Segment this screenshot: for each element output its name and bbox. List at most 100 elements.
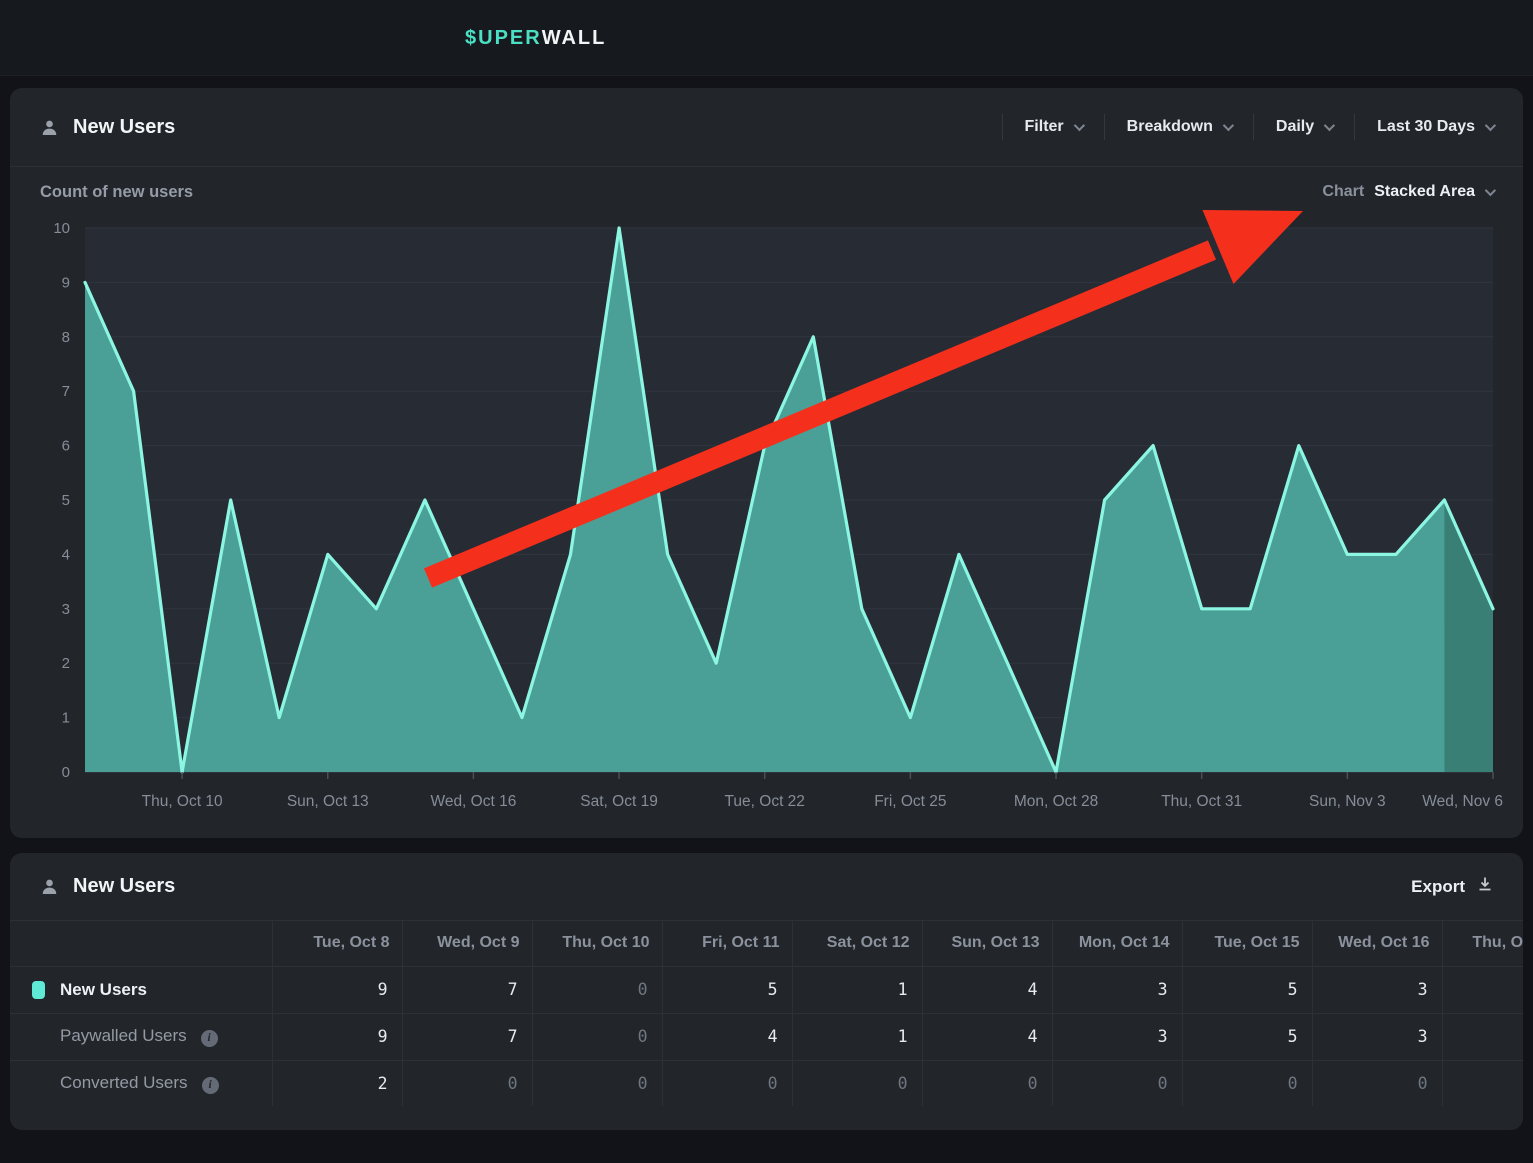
value-cell: 5 [1182,1013,1312,1060]
row-label-cell: Paywalled Users i [10,1013,272,1060]
date-range-dropdown[interactable]: Last 30 Days [1355,118,1493,136]
x-axis-tick-label: Mon, Oct 28 [1014,793,1098,810]
row-label: Converted Users [60,1073,188,1092]
chart-type-value: Stacked Area [1374,183,1475,201]
table-header-row: Tue, Oct 8Wed, Oct 9Thu, Oct 10Fri, Oct … [10,920,1523,966]
row-label-cell: New Users [10,966,272,1013]
export-button[interactable]: Export [1411,876,1493,897]
download-icon [1477,876,1493,897]
chart-type-dropdown[interactable]: Chart Stacked Area [1322,183,1493,201]
y-axis-tick-label: 4 [62,546,70,563]
chart-card-title: New Users [73,116,175,139]
table-row: Paywalled Usersi970414353 [10,1013,1523,1060]
value-cell: 0 [662,1060,792,1106]
x-axis-tick-label: Tue, Oct 22 [725,793,805,810]
area-chart: 012345678910Thu, Oct 10Sun, Oct 13Wed, O… [30,216,1513,828]
series-color-swatch [32,981,45,999]
x-axis-tick-label: Fri, Oct 25 [874,793,946,810]
date-column-header: Wed, Oct 9 [402,920,532,966]
table-card-title: New Users [73,875,175,898]
value-cell: 0 [532,1060,662,1106]
superwall-logo: $UPERWALL [465,0,606,76]
table-row: New Users970514353 [10,966,1523,1013]
row-label: New Users [60,980,147,999]
row-label: Paywalled Users [60,1026,187,1045]
date-column-header: Tue, Oct 8 [272,920,402,966]
new-users-chart-card: New Users Filter Breakdown Daily Last 30… [10,88,1523,838]
value-cell [1442,1060,1523,1106]
value-cell: 0 [792,1060,922,1106]
x-axis-tick-label: Thu, Oct 10 [142,793,223,810]
value-cell: 1 [792,966,922,1013]
date-range-label: Last 30 Days [1377,118,1475,136]
value-cell: 7 [402,966,532,1013]
date-column-header: Sun, Oct 13 [922,920,1052,966]
x-axis-tick-label: Wed, Nov 6 [1422,793,1503,810]
date-column-header: Thu, Oct 17 [1442,920,1523,966]
value-cell: 0 [1182,1060,1312,1106]
value-cell: 0 [1052,1060,1182,1106]
x-axis-tick-label: Sat, Oct 19 [580,793,658,810]
x-axis-tick-label: Wed, Oct 16 [430,793,516,810]
value-cell: 3 [1052,1013,1182,1060]
chart-subtitle: Count of new users [40,183,193,202]
y-axis-tick-label: 10 [53,220,70,237]
chevron-down-icon [1485,185,1496,196]
value-cell: 3 [1312,966,1442,1013]
logo-prefix: $UPER [465,27,542,50]
value-cell: 4 [922,966,1052,1013]
divider [10,166,1523,167]
new-users-table-card: New Users Export Tue, Oct 8Wed, Oct 9Thu… [10,853,1523,1130]
x-axis-tick-label: Thu, Oct 31 [1161,793,1242,810]
chevron-down-icon [1223,120,1234,131]
value-cell: 4 [922,1013,1052,1060]
y-axis-tick-label: 3 [62,601,70,618]
value-cell: 0 [402,1060,532,1106]
y-axis-tick-label: 1 [62,710,70,727]
date-column-header: Mon, Oct 14 [1052,920,1182,966]
chevron-down-icon [1073,120,1084,131]
chart-type-label: Chart [1322,183,1364,201]
filter-label: Filter [1025,118,1064,136]
date-column-header: Thu, Oct 10 [532,920,662,966]
value-cell: 4 [662,1013,792,1060]
y-axis-tick-label: 5 [62,492,70,509]
value-cell: 2 [272,1060,402,1106]
info-icon[interactable]: i [202,1077,219,1094]
y-axis-tick-label: 6 [62,438,70,455]
data-table: Tue, Oct 8Wed, Oct 9Thu, Oct 10Fri, Oct … [10,920,1523,1106]
value-cell: 0 [1312,1060,1442,1106]
value-cell: 0 [532,966,662,1013]
person-icon [40,877,59,896]
value-cell [1442,1013,1523,1060]
y-axis-tick-label: 8 [62,329,70,346]
data-table-wrap: Tue, Oct 8Wed, Oct 9Thu, Oct 10Fri, Oct … [10,920,1523,1106]
export-label: Export [1411,877,1465,897]
date-column-header: Fri, Oct 11 [662,920,792,966]
value-cell: 9 [272,966,402,1013]
info-icon[interactable]: i [201,1030,218,1047]
filter-bar: Filter Breakdown Daily Last 30 Days [1002,114,1493,140]
y-axis-tick-label: 9 [62,274,70,291]
y-axis-tick-label: 2 [62,655,70,672]
y-axis-tick-label: 0 [62,764,70,781]
value-cell [1442,966,1523,1013]
table-row: Converted Usersi200000000 [10,1060,1523,1106]
value-cell: 7 [402,1013,532,1060]
value-cell: 3 [1312,1013,1442,1060]
breakdown-dropdown[interactable]: Breakdown [1105,118,1253,136]
granularity-dropdown[interactable]: Daily [1254,118,1354,136]
value-cell: 9 [272,1013,402,1060]
breakdown-label: Breakdown [1127,118,1213,136]
x-axis-tick-label: Sun, Oct 13 [287,793,369,810]
person-icon [40,118,59,137]
filter-dropdown[interactable]: Filter [1003,118,1104,136]
top-nav-bar: $UPERWALL [0,0,1533,76]
row-label-cell: Converted Users i [10,1060,272,1106]
value-cell: 0 [922,1060,1052,1106]
value-cell: 3 [1052,966,1182,1013]
row-label-header [10,920,272,966]
date-column-header: Wed, Oct 16 [1312,920,1442,966]
value-cell: 1 [792,1013,922,1060]
value-cell: 0 [532,1013,662,1060]
